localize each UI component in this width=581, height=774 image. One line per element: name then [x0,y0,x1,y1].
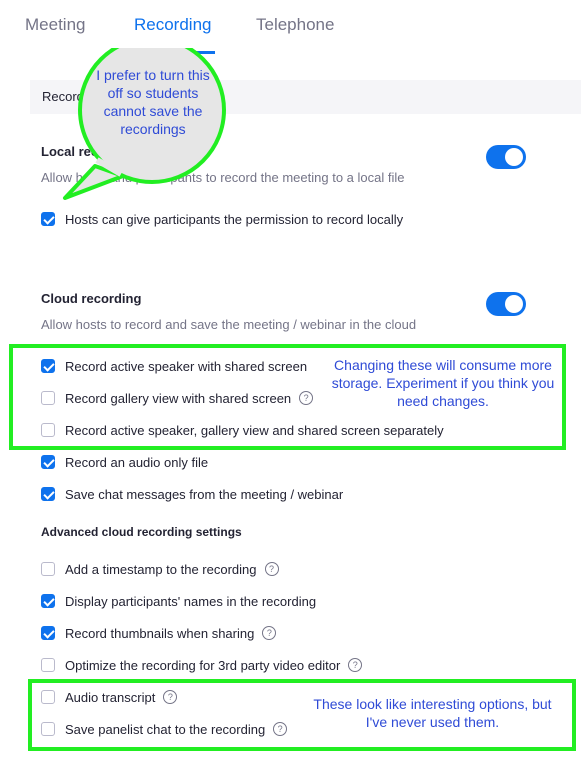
cloud-recording-toggle[interactable] [486,292,526,316]
checkbox[interactable] [41,626,55,640]
option-label: Display participants' names in the recor… [65,593,317,609]
checkbox[interactable] [41,487,55,501]
speech-bubble-text: I prefer to turn this off so students ca… [96,67,210,137]
checkbox[interactable] [41,562,55,576]
option-audio-only[interactable]: Record an audio only file [41,453,208,471]
option-hosts-permission-local[interactable]: Hosts can give participants the permissi… [41,210,403,228]
checkbox[interactable] [41,455,55,469]
option-label: Save chat messages from the meeting / we… [65,486,344,502]
tab-meeting[interactable]: Meeting [25,15,85,35]
options-note-text: These look like interesting options, but… [313,696,552,730]
option-label: Record an audio only file [65,454,209,470]
option-label: Hosts can give participants the permissi… [65,211,404,227]
checkbox[interactable] [41,594,55,608]
option-label: Optimize the recording for 3rd party vid… [65,657,341,673]
help-icon[interactable]: ? [262,626,277,640]
toggle-knob [505,148,523,166]
tab-telephone[interactable]: Telephone [256,15,334,35]
option-label: Record thumbnails when sharing [65,625,255,641]
checkbox[interactable] [41,658,55,672]
option-optimize-3rd-party[interactable]: Optimize the recording for 3rd party vid… [41,656,363,674]
option-save-chat[interactable]: Save chat messages from the meeting / we… [41,485,343,503]
toggle-knob [505,295,523,313]
cloud-recording-title: Cloud recording [41,291,142,306]
help-icon[interactable]: ? [348,658,363,672]
option-thumbnails[interactable]: Record thumbnails when sharing ? [41,624,277,642]
tab-recording[interactable]: Recording [134,15,212,35]
advanced-settings-title: Advanced cloud recording settings [41,525,242,539]
local-recording-toggle[interactable] [486,145,526,169]
option-label: Add a timestamp to the recording [65,561,257,577]
option-participant-names[interactable]: Display participants' names in the recor… [41,592,316,610]
checkbox[interactable] [41,212,55,226]
help-icon[interactable]: ? [264,562,279,576]
storage-note-text: Changing these will consume more storage… [331,357,555,409]
cloud-recording-desc: Allow hosts to record and save the meeti… [41,317,417,332]
option-timestamp[interactable]: Add a timestamp to the recording ? [41,560,279,578]
